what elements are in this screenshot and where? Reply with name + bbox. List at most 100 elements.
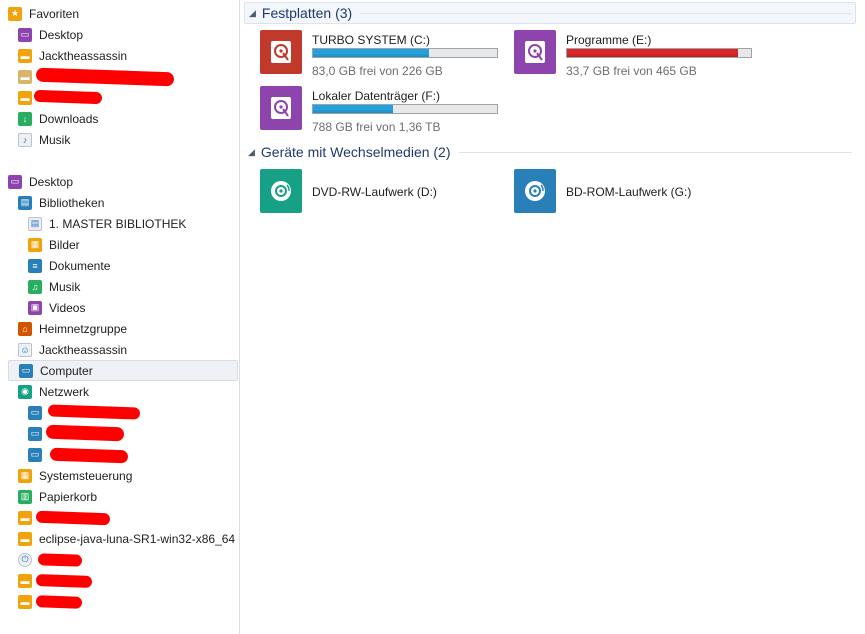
nav-fav-music-label: Musik — [39, 132, 71, 147]
nav-fav-user-label: Jacktheassassin — [39, 48, 128, 63]
star-icon: ★ — [8, 6, 22, 21]
nav-favorites-label: Favoriten — [29, 6, 80, 21]
nav-fav-downloads[interactable]: ↓ Downloads — [18, 108, 256, 129]
folder-icon: ▬ — [18, 594, 32, 609]
homegroup-icon: ⌂ — [18, 321, 32, 336]
nav-fav-desktop-label: Desktop — [39, 27, 84, 42]
nav-lib-documents[interactable]: ≡ Dokumente — [28, 255, 266, 276]
capacity-bar-fill — [567, 49, 738, 57]
capacity-bar-fill — [313, 105, 393, 113]
optical-drive-icon — [514, 169, 556, 213]
computer-icon: ▭ — [28, 426, 42, 441]
drive-name: DVD-RW-Laufwerk (D:) — [312, 185, 437, 199]
redaction-mark — [49, 447, 129, 464]
nav-lib-music-label: Musik — [49, 279, 81, 294]
nav-lib-master-label: 1. MASTER BIBLIOTHEK — [49, 216, 187, 231]
folder-icon: ▬ — [18, 573, 32, 588]
collapse-chevron-icon[interactable]: ◢ — [249, 8, 256, 19]
nav-fav-user[interactable]: ▬ Jacktheassassin — [18, 45, 256, 66]
group-divider — [360, 12, 851, 14]
capacity-bar — [566, 48, 752, 58]
drive-d[interactable]: DVD-RW-Laufwerk (D:) — [260, 169, 510, 219]
nav-libraries-label: Bibliotheken — [39, 195, 105, 210]
folder-icon: ▬ — [18, 48, 32, 63]
control-panel-icon: ▦ — [18, 468, 32, 483]
nav-folder-eclipse-label: eclipse-java-luna-SR1-win32-x86_64 — [39, 531, 236, 546]
folder-icon: ▬ — [18, 90, 32, 105]
nav-lib-music[interactable]: ♫ Musik — [28, 276, 266, 297]
nav-fav-downloads-label: Downloads — [39, 111, 99, 126]
nav-control-panel[interactable]: ▦ Systemsteuerung — [18, 465, 256, 486]
nav-folder-eclipse[interactable]: ▬ eclipse-java-luna-SR1-win32-x86_64 — [18, 528, 256, 549]
redaction-mark — [35, 595, 83, 609]
drive-name: BD-ROM-Laufwerk (G:) — [566, 185, 692, 199]
music-file-icon: ♪ — [18, 132, 32, 147]
computer-icon: ▭ — [28, 405, 42, 420]
content-pane: ◢ Festplatten (3) TURBO SYSTEM (C:) 83,0… — [240, 0, 865, 634]
library-file-icon: ▤ — [28, 216, 42, 231]
user-icon: ☺ — [18, 342, 32, 357]
hard-drive-icon — [260, 86, 302, 130]
drive-free-space: 33,7 GB frei von 465 GB — [566, 64, 697, 78]
video-icon: ▣ — [28, 300, 42, 315]
nav-lib-master[interactable]: ▤ 1. MASTER BIBLIOTHEK — [28, 213, 266, 234]
capacity-bar-fill — [313, 49, 430, 57]
navigation-pane: ★ Favoriten ▭ Desktop ▬ Jacktheassassin … — [0, 0, 240, 634]
nav-fav-music[interactable]: ♪ Musik — [18, 129, 256, 150]
collapse-chevron-icon[interactable]: ◢ — [248, 147, 255, 158]
folder-icon: ▬ — [18, 531, 32, 546]
nav-lib-videos[interactable]: ▣ Videos — [28, 297, 266, 318]
nav-user-label: Jacktheassassin — [39, 342, 128, 357]
drive-g[interactable]: BD-ROM-Laufwerk (G:) — [514, 169, 764, 219]
library-icon: ▤ — [18, 195, 32, 210]
nav-lib-pictures-label: Bilder — [49, 237, 80, 252]
nav-network-label: Netzwerk — [39, 384, 90, 399]
nav-computer[interactable]: ▭ Computer — [8, 360, 238, 381]
nav-fav-desktop[interactable]: ▭ Desktop — [18, 24, 256, 45]
nav-homegroup-label: Heimnetzgruppe — [39, 321, 128, 336]
documents-icon: ≡ — [28, 258, 42, 273]
power-icon: ⏻ — [18, 552, 32, 567]
nav-computer-label: Computer — [40, 363, 93, 378]
nav-desktop-root-label: Desktop — [29, 174, 74, 189]
drive-f[interactable]: Lokaler Datenträger (F:) 788 GB frei von… — [260, 86, 510, 136]
redaction-mark — [45, 424, 125, 442]
nav-lib-pictures[interactable]: ▦ Bilder — [28, 234, 266, 255]
nav-lib-documents-label: Dokumente — [49, 258, 111, 273]
drive-free-space: 788 GB frei von 1,36 TB — [312, 120, 441, 134]
group-title-removable: Geräte mit Wechselmedien (2) — [260, 144, 451, 160]
computer-icon: ▭ — [28, 447, 42, 462]
nav-favorites[interactable]: ★ Favoriten — [8, 3, 246, 24]
hard-drive-icon — [260, 30, 302, 74]
group-title-hard-drives: Festplatten (3) — [261, 5, 353, 21]
nav-recycle-bin[interactable]: ▥ Papierkorb — [18, 486, 256, 507]
group-header-hard-drives[interactable]: ◢ Festplatten (3) — [244, 2, 856, 24]
drive-name: Programme (E:) — [566, 33, 652, 47]
nav-network[interactable]: ◉ Netzwerk — [18, 381, 256, 402]
pictures-icon: ▦ — [28, 237, 42, 252]
group-divider — [458, 151, 852, 153]
nav-control-panel-label: Systemsteuerung — [39, 468, 133, 483]
optical-drive-icon — [260, 169, 302, 213]
capacity-bar — [312, 48, 498, 58]
redaction-mark — [33, 89, 103, 105]
drive-c[interactable]: TURBO SYSTEM (C:) 83,0 GB frei von 226 G… — [260, 30, 510, 80]
capacity-bar — [312, 104, 498, 114]
network-icon: ◉ — [18, 384, 32, 399]
redaction-mark — [37, 553, 83, 567]
desktop-icon: ▭ — [18, 27, 32, 42]
drive-folder-icon: ▬ — [18, 69, 32, 84]
nav-libraries[interactable]: ▤ Bibliotheken — [18, 192, 256, 213]
nav-homegroup[interactable]: ⌂ Heimnetzgruppe — [18, 318, 256, 339]
desktop-icon: ▭ — [8, 174, 22, 189]
nav-user[interactable]: ☺ Jacktheassassin — [18, 339, 256, 360]
recycle-bin-icon: ▥ — [18, 489, 32, 504]
hard-drive-icon — [514, 30, 556, 74]
nav-desktop-root[interactable]: ▭ Desktop — [8, 171, 246, 192]
nav-recycle-bin-label: Papierkorb — [39, 489, 98, 504]
drive-e[interactable]: Programme (E:) 33,7 GB frei von 465 GB — [514, 30, 764, 80]
group-header-removable[interactable]: ◢ Geräte mit Wechselmedien (2) — [244, 141, 856, 163]
redaction-mark — [35, 574, 93, 588]
nav-lib-videos-label: Videos — [49, 300, 86, 315]
download-icon: ↓ — [18, 111, 32, 126]
